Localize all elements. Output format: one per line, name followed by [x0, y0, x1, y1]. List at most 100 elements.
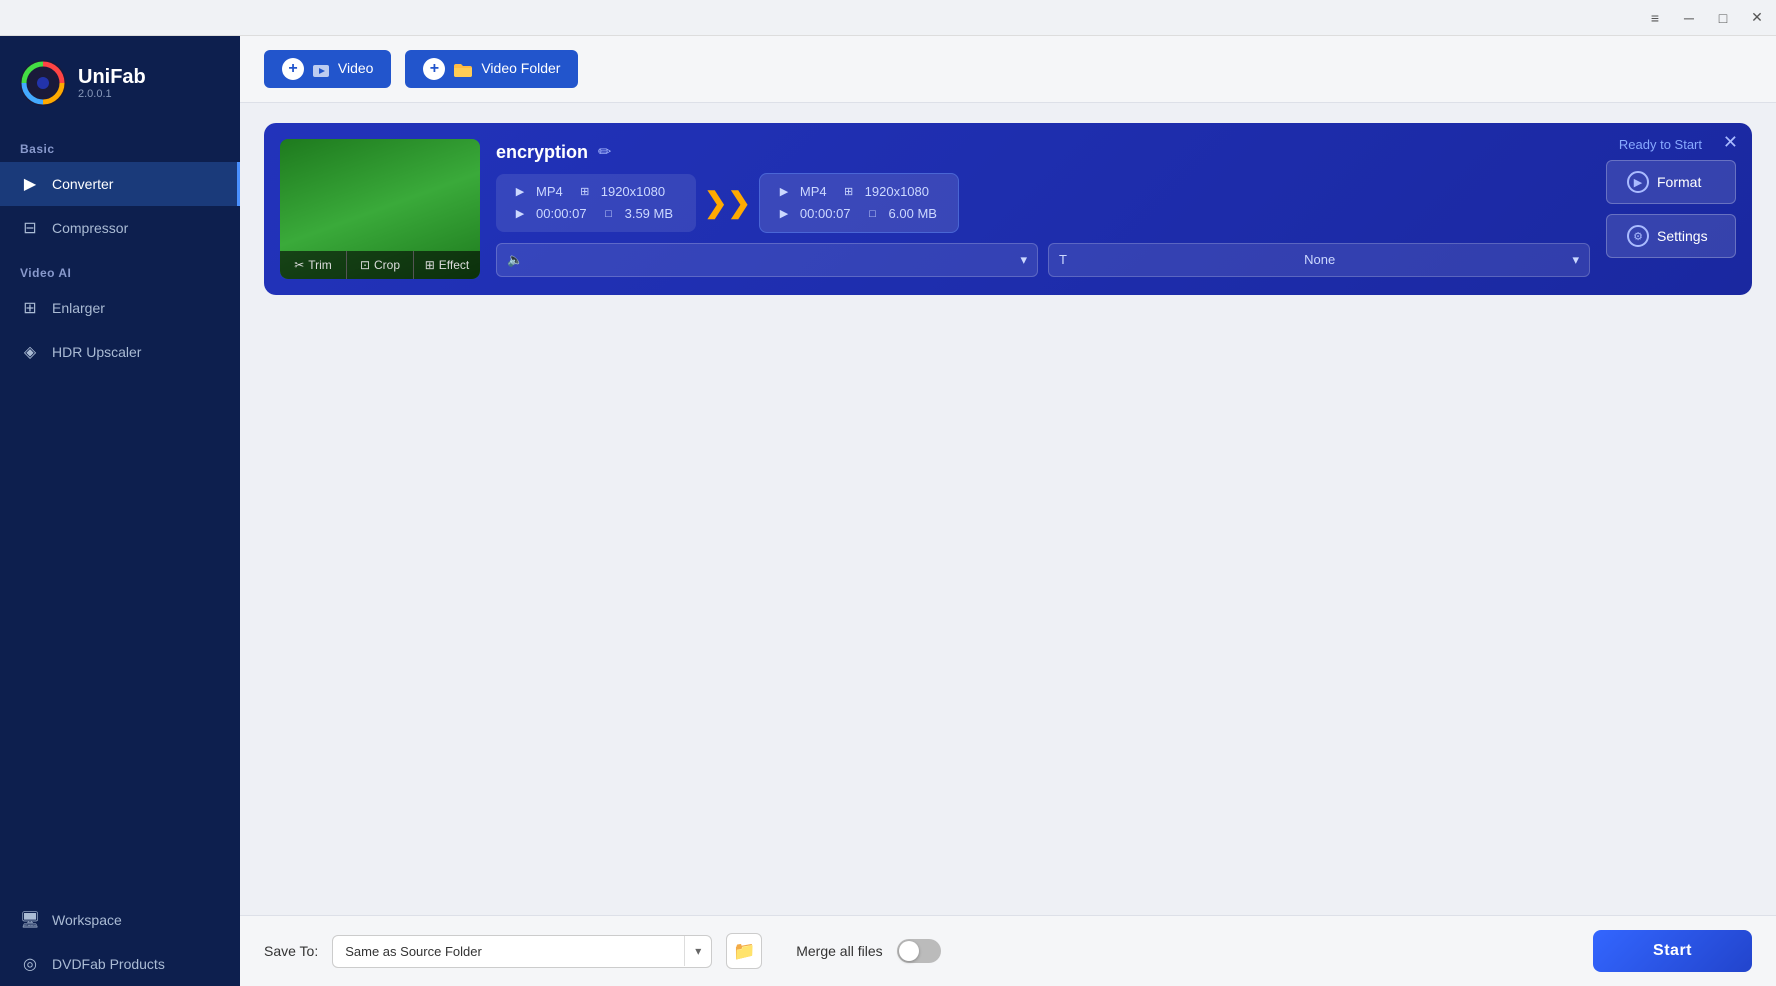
source-res-icon: ⊞: [577, 184, 593, 200]
source-resolution: 1920x1080: [601, 184, 665, 199]
format-button[interactable]: ▶ Format: [1606, 160, 1736, 204]
audio-selector[interactable]: 🔈 ▾: [496, 243, 1038, 277]
format-arrow: ❯❯: [704, 186, 751, 219]
add-folder-button[interactable]: + Video Folder: [405, 50, 578, 88]
video-edit-button[interactable]: ✏: [598, 142, 611, 162]
source-size: 3.59 MB: [625, 206, 673, 221]
video-thumbnail: ✂ Trim ⊡ Crop ⊞ Effect: [280, 139, 480, 279]
crop-icon: ⊡: [360, 258, 370, 272]
subtitle-value: None: [1304, 252, 1335, 267]
menu-button[interactable]: ≡: [1644, 7, 1666, 29]
basic-section-label: Basic: [0, 126, 240, 162]
close-button[interactable]: ✕: [1746, 7, 1768, 29]
sidebar-item-converter[interactable]: ▶ Converter: [0, 162, 240, 206]
main-content: + Video + Video Folder: [240, 36, 1776, 986]
sidebar-item-workspace[interactable]: 🖥 Workspace: [0, 898, 240, 942]
enlarger-icon: ⊞: [20, 298, 40, 318]
source-video-icon: ▶: [512, 184, 528, 200]
output-format: MP4: [800, 184, 827, 199]
video-actions: ✂ Trim ⊡ Crop ⊞ Effect: [280, 251, 480, 279]
output-meta-row: ▶ 00:00:07 □ 6.00 MB: [776, 206, 942, 222]
save-to-arrow[interactable]: ▾: [684, 936, 711, 966]
source-meta-row: ▶ 00:00:07 □ 3.59 MB: [512, 206, 680, 222]
output-res-icon: ⊞: [841, 184, 857, 200]
save-to-input[interactable]: [333, 936, 684, 967]
app-name: UniFab: [78, 66, 146, 88]
sidebar-item-label-hdr: HDR Upscaler: [52, 344, 141, 360]
start-button[interactable]: Start: [1593, 930, 1752, 972]
toolbar: + Video + Video Folder: [240, 36, 1776, 103]
crop-button[interactable]: ⊡ Crop: [347, 251, 414, 279]
sidebar-item-dvdfab[interactable]: ◎ DVDFab Products: [0, 942, 240, 986]
minimize-button[interactable]: ─: [1678, 7, 1700, 29]
sidebar-item-label-converter: Converter: [52, 176, 113, 192]
source-format-box: ▶ MP4 ⊞ 1920x1080 ▶ 00:00:07 □ 3.59 MB: [496, 174, 696, 232]
output-size-icon: □: [865, 206, 881, 222]
videoai-section-label: Video AI: [0, 250, 240, 286]
save-to-label: Save To:: [264, 943, 318, 959]
audio-dropdown-arrow: ▾: [1020, 252, 1027, 268]
sidebar-item-label-workspace: Workspace: [52, 912, 122, 928]
card-close-button[interactable]: ✕: [1723, 133, 1738, 151]
source-duration: 00:00:07: [536, 206, 587, 221]
crop-label: Crop: [374, 258, 400, 272]
app-version: 2.0.0.1: [78, 88, 146, 100]
output-format-row: ▶ MP4 ⊞ 1920x1080: [776, 184, 942, 200]
source-format-row: ▶ MP4 ⊞ 1920x1080: [512, 184, 680, 200]
sidebar-item-hdr-upscaler[interactable]: ◈ HDR Upscaler: [0, 330, 240, 374]
compressor-icon: ⊟: [20, 218, 40, 238]
folder-icon: [453, 62, 473, 78]
effect-icon: ⊞: [425, 258, 435, 272]
sidebar-item-compressor[interactable]: ⊟ Compressor: [0, 206, 240, 250]
ready-badge: Ready to Start: [1619, 137, 1702, 152]
sidebar-item-label-enlarger: Enlarger: [52, 300, 105, 316]
settings-button[interactable]: ⚙ Settings: [1606, 214, 1736, 258]
settings-icon: ⚙: [1627, 225, 1649, 247]
sidebar-spacer: [0, 374, 240, 898]
effect-button[interactable]: ⊞ Effect: [414, 251, 480, 279]
format-label: Format: [1657, 174, 1701, 190]
source-size-icon: □: [601, 206, 617, 222]
video-card: Ready to Start ✕ ✂ Trim ⊡ Crop: [264, 123, 1752, 295]
dvdfab-icon: ◎: [20, 954, 40, 974]
save-to-dropdown[interactable]: ▾: [332, 935, 712, 968]
trim-button[interactable]: ✂ Trim: [280, 251, 347, 279]
app-body: UniFab 2.0.0.1 Basic ▶ Converter ⊟ Compr…: [0, 36, 1776, 986]
effect-label: Effect: [439, 258, 469, 272]
audio-icon: 🔈: [507, 252, 523, 268]
video-info: encryption ✏ ▶ MP4 ⊞ 1920x1080: [496, 142, 1590, 277]
video-title-row: encryption ✏: [496, 142, 1590, 163]
trim-label: Trim: [308, 258, 332, 272]
toggle-knob: [899, 941, 919, 961]
app-logo: [20, 60, 66, 106]
output-duration-icon: ▶: [776, 206, 792, 222]
add-video-button[interactable]: + Video: [264, 50, 391, 88]
format-icon: ▶: [1627, 171, 1649, 193]
subtitle-dropdown-arrow: ▾: [1572, 252, 1579, 268]
add-video-icon: +: [282, 58, 304, 80]
video-title: encryption: [496, 142, 588, 163]
sidebar-item-enlarger[interactable]: ⊞ Enlarger: [0, 286, 240, 330]
folder-browse-button[interactable]: 📁: [726, 933, 762, 969]
video-file-icon: [312, 62, 330, 78]
source-duration-icon: ▶: [512, 206, 528, 222]
sidebar-item-label-compressor: Compressor: [52, 220, 128, 236]
workspace-icon: 🖥: [20, 910, 40, 930]
bottom-bar: Save To: ▾ 📁 Merge all files Start: [240, 915, 1776, 986]
merge-toggle[interactable]: [897, 939, 941, 963]
controls-column: ▶ Format ⚙ Settings: [1606, 160, 1736, 258]
output-format-box: ▶ MP4 ⊞ 1920x1080 ▶ 00:00:07 □ 6.00 MB: [759, 173, 959, 233]
folder-browse-icon: 📁: [733, 941, 755, 962]
output-resolution: 1920x1080: [865, 184, 929, 199]
subtitle-selector[interactable]: T None ▾: [1048, 243, 1590, 277]
maximize-button[interactable]: □: [1712, 7, 1734, 29]
source-format: MP4: [536, 184, 563, 199]
sidebar: UniFab 2.0.0.1 Basic ▶ Converter ⊟ Compr…: [0, 36, 240, 986]
settings-label: Settings: [1657, 228, 1708, 244]
output-size: 6.00 MB: [889, 206, 937, 221]
add-video-label: Video: [312, 60, 373, 77]
add-folder-icon: +: [423, 58, 445, 80]
output-duration: 00:00:07: [800, 206, 851, 221]
format-flow: ▶ MP4 ⊞ 1920x1080 ▶ 00:00:07 □ 3.59 MB: [496, 173, 1590, 233]
audio-subtitle-row: 🔈 ▾ T None ▾: [496, 243, 1590, 277]
